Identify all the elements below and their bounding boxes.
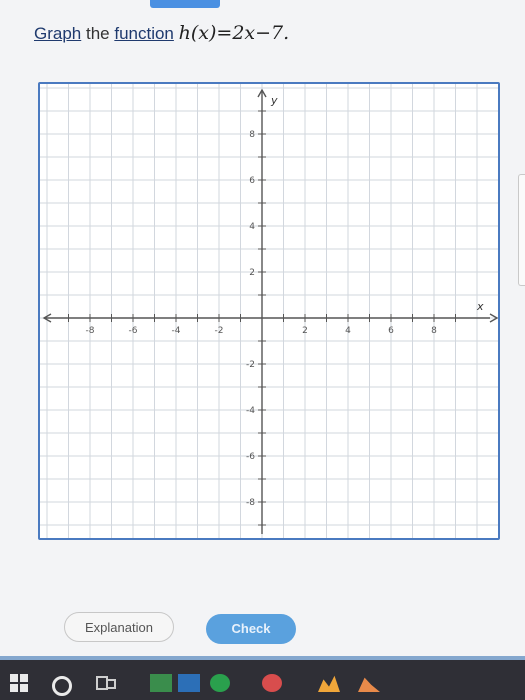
x-tick-label: 8 — [431, 326, 437, 336]
x-tick-label: -4 — [172, 326, 181, 336]
coordinate-grid[interactable]: y x -8 -6 -4 -2 2 4 6 8 8 6 4 2 -2 -4 -6 -8 — [40, 84, 499, 538]
cortana-icon[interactable] — [52, 676, 72, 696]
edge-icon[interactable] — [210, 674, 230, 692]
x-tick-label: 6 — [388, 326, 394, 336]
x-axis-label: x — [476, 300, 484, 313]
function-link[interactable]: function — [114, 24, 174, 43]
graph-panel[interactable]: y x -8 -6 -4 -2 2 4 6 8 8 6 4 2 -2 -4 -6 -8 — [38, 82, 500, 540]
x-tick-label: -2 — [215, 326, 224, 336]
app-icon[interactable] — [150, 674, 172, 692]
check-button[interactable]: Check — [206, 614, 296, 644]
explanation-button[interactable]: Explanation — [64, 612, 174, 642]
chrome-icon[interactable] — [262, 674, 282, 692]
top-accent-bar — [150, 0, 220, 8]
y-tick-label: 4 — [249, 222, 255, 232]
side-panel-edge[interactable] — [518, 174, 525, 286]
y-tick-label: 6 — [249, 176, 255, 186]
question-the: the — [81, 24, 115, 43]
question-text: Graph the function h(x)=2x−7. — [34, 22, 289, 44]
y-tick-label: -2 — [246, 360, 255, 370]
y-axis-label: y — [270, 94, 278, 107]
y-tick-label: -4 — [246, 406, 255, 416]
y-tick-label: -6 — [246, 452, 255, 462]
function-expression: h(x)=2x−7. — [178, 22, 290, 44]
x-tick-label: -8 — [86, 326, 95, 336]
task-view-icon[interactable] — [96, 674, 116, 692]
x-tick-label: 4 — [345, 326, 351, 336]
x-tick-label: -6 — [129, 326, 138, 336]
app-icon[interactable] — [178, 674, 200, 692]
y-tick-label: 8 — [249, 130, 255, 140]
graph-link[interactable]: Graph — [34, 24, 81, 43]
x-tick-label: 2 — [302, 326, 308, 336]
windows-icon[interactable] — [10, 674, 28, 692]
y-tick-label: -8 — [246, 498, 255, 508]
y-tick-label: 2 — [249, 268, 255, 278]
